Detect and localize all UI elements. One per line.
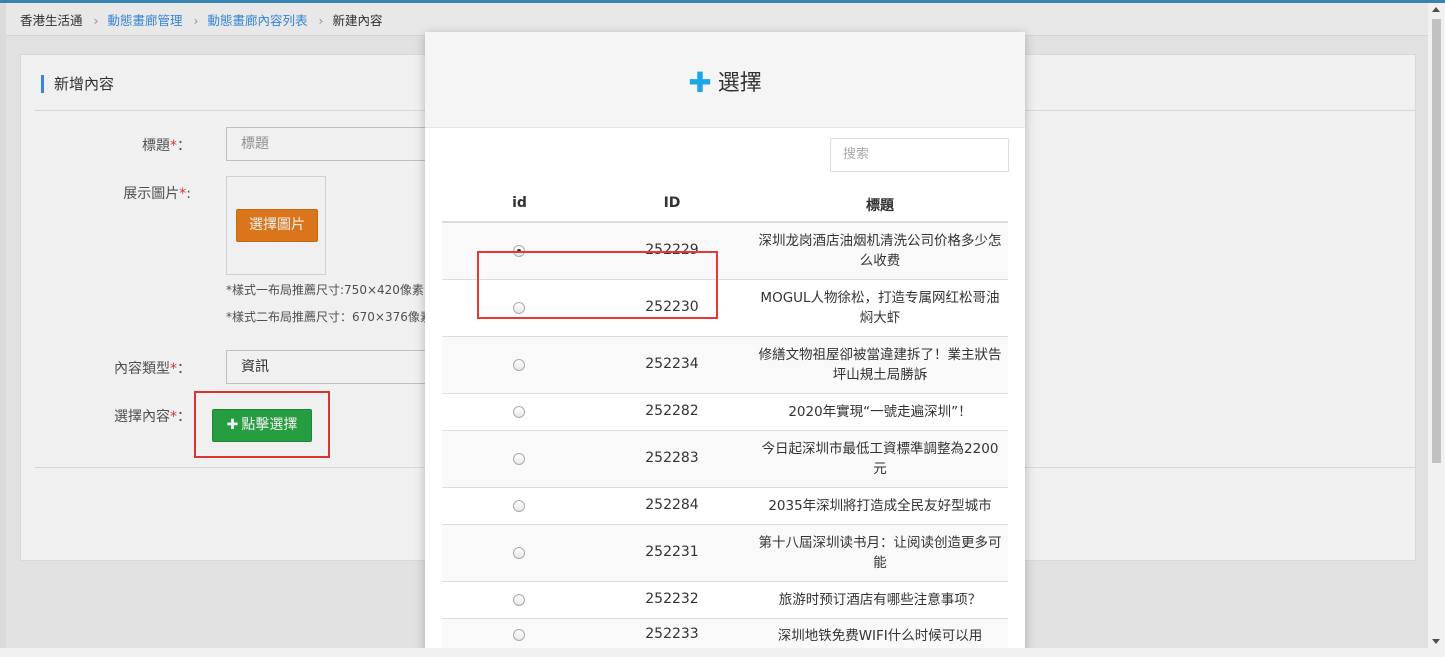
row-id: 252284 [645,497,699,513]
table-row[interactable]: 252282 2020年實現“一號走遍深圳”！ [442,394,1008,431]
table-header: id ID 標題 [442,190,1008,223]
plus-icon: ✚ [688,66,712,99]
search-input[interactable]: 搜索 [830,138,1009,172]
scroll-thumb[interactable] [1432,19,1441,463]
scroll-down-icon[interactable] [1432,639,1440,644]
vertical-scrollbar[interactable] [1428,3,1445,648]
modal-title: ✚ 選擇 [688,66,762,99]
row-id: 252234 [645,356,699,372]
row-title: 2035年深圳將打造成全民友好型城市 [768,498,992,514]
row-id: 252233 [645,626,699,642]
row-radio[interactable] [513,547,525,559]
row-radio[interactable] [513,359,525,371]
table-row[interactable]: 252232 旅游时预订酒店有哪些注意事项？ [442,582,1008,619]
row-title: 深圳地铁免费WIFI什么时候可以用 [777,628,983,644]
row-title: 深圳龙岗酒店油烟机清洗公司价格多少怎么收费 [758,233,1002,269]
row-radio[interactable] [513,453,525,465]
row-id: 252283 [645,450,699,466]
highlight-box-selected-row [477,251,718,319]
horizontal-scrollbar[interactable] [0,648,1445,657]
table-row[interactable]: 252284 2035年深圳將打造成全民友好型城市 [442,488,1008,525]
table-row[interactable]: 252231 第十八屆深圳读书月：让阅读创造更多可能 [442,525,1008,582]
modal-header: ✚ 選擇 [425,32,1025,128]
row-title: 第十八屆深圳读书月：让阅读创造更多可能 [758,535,1002,571]
row-title: MOGUL人物徐松，打造专属网红松哥油焖大虾 [760,290,1000,326]
row-id: 252232 [645,591,699,607]
table-row[interactable]: 252283 今日起深圳市最低工資標準調整為2200元 [442,431,1008,488]
row-radio[interactable] [513,500,525,512]
row-title: 今日起深圳市最低工資標準調整為2200元 [761,441,999,477]
row-title: 修繕文物祖屋卻被當違建拆了！業主狀告坪山規土局勝訴 [758,347,1002,383]
table-row[interactable]: 252234 修繕文物祖屋卻被當違建拆了！業主狀告坪山規土局勝訴 [442,337,1008,394]
row-id: 252282 [645,403,699,419]
row-id: 252231 [645,544,699,560]
row-radio[interactable] [513,629,525,641]
column-header-title[interactable]: 標題 [755,195,1005,215]
column-header-id[interactable]: ID [597,195,747,211]
row-title: 旅游时预订酒店有哪些注意事项？ [778,592,982,608]
row-radio[interactable] [513,594,525,606]
select-modal: ✚ 選擇 搜索 id ID 標題 252229 深圳龙岗酒店油烟机清洗公司价格多少… [425,32,1025,657]
column-header-select[interactable]: id [497,195,542,211]
row-radio[interactable] [513,406,525,418]
row-title: 2020年實現“一號走遍深圳”！ [788,404,972,420]
scroll-up-icon[interactable] [1432,7,1440,12]
